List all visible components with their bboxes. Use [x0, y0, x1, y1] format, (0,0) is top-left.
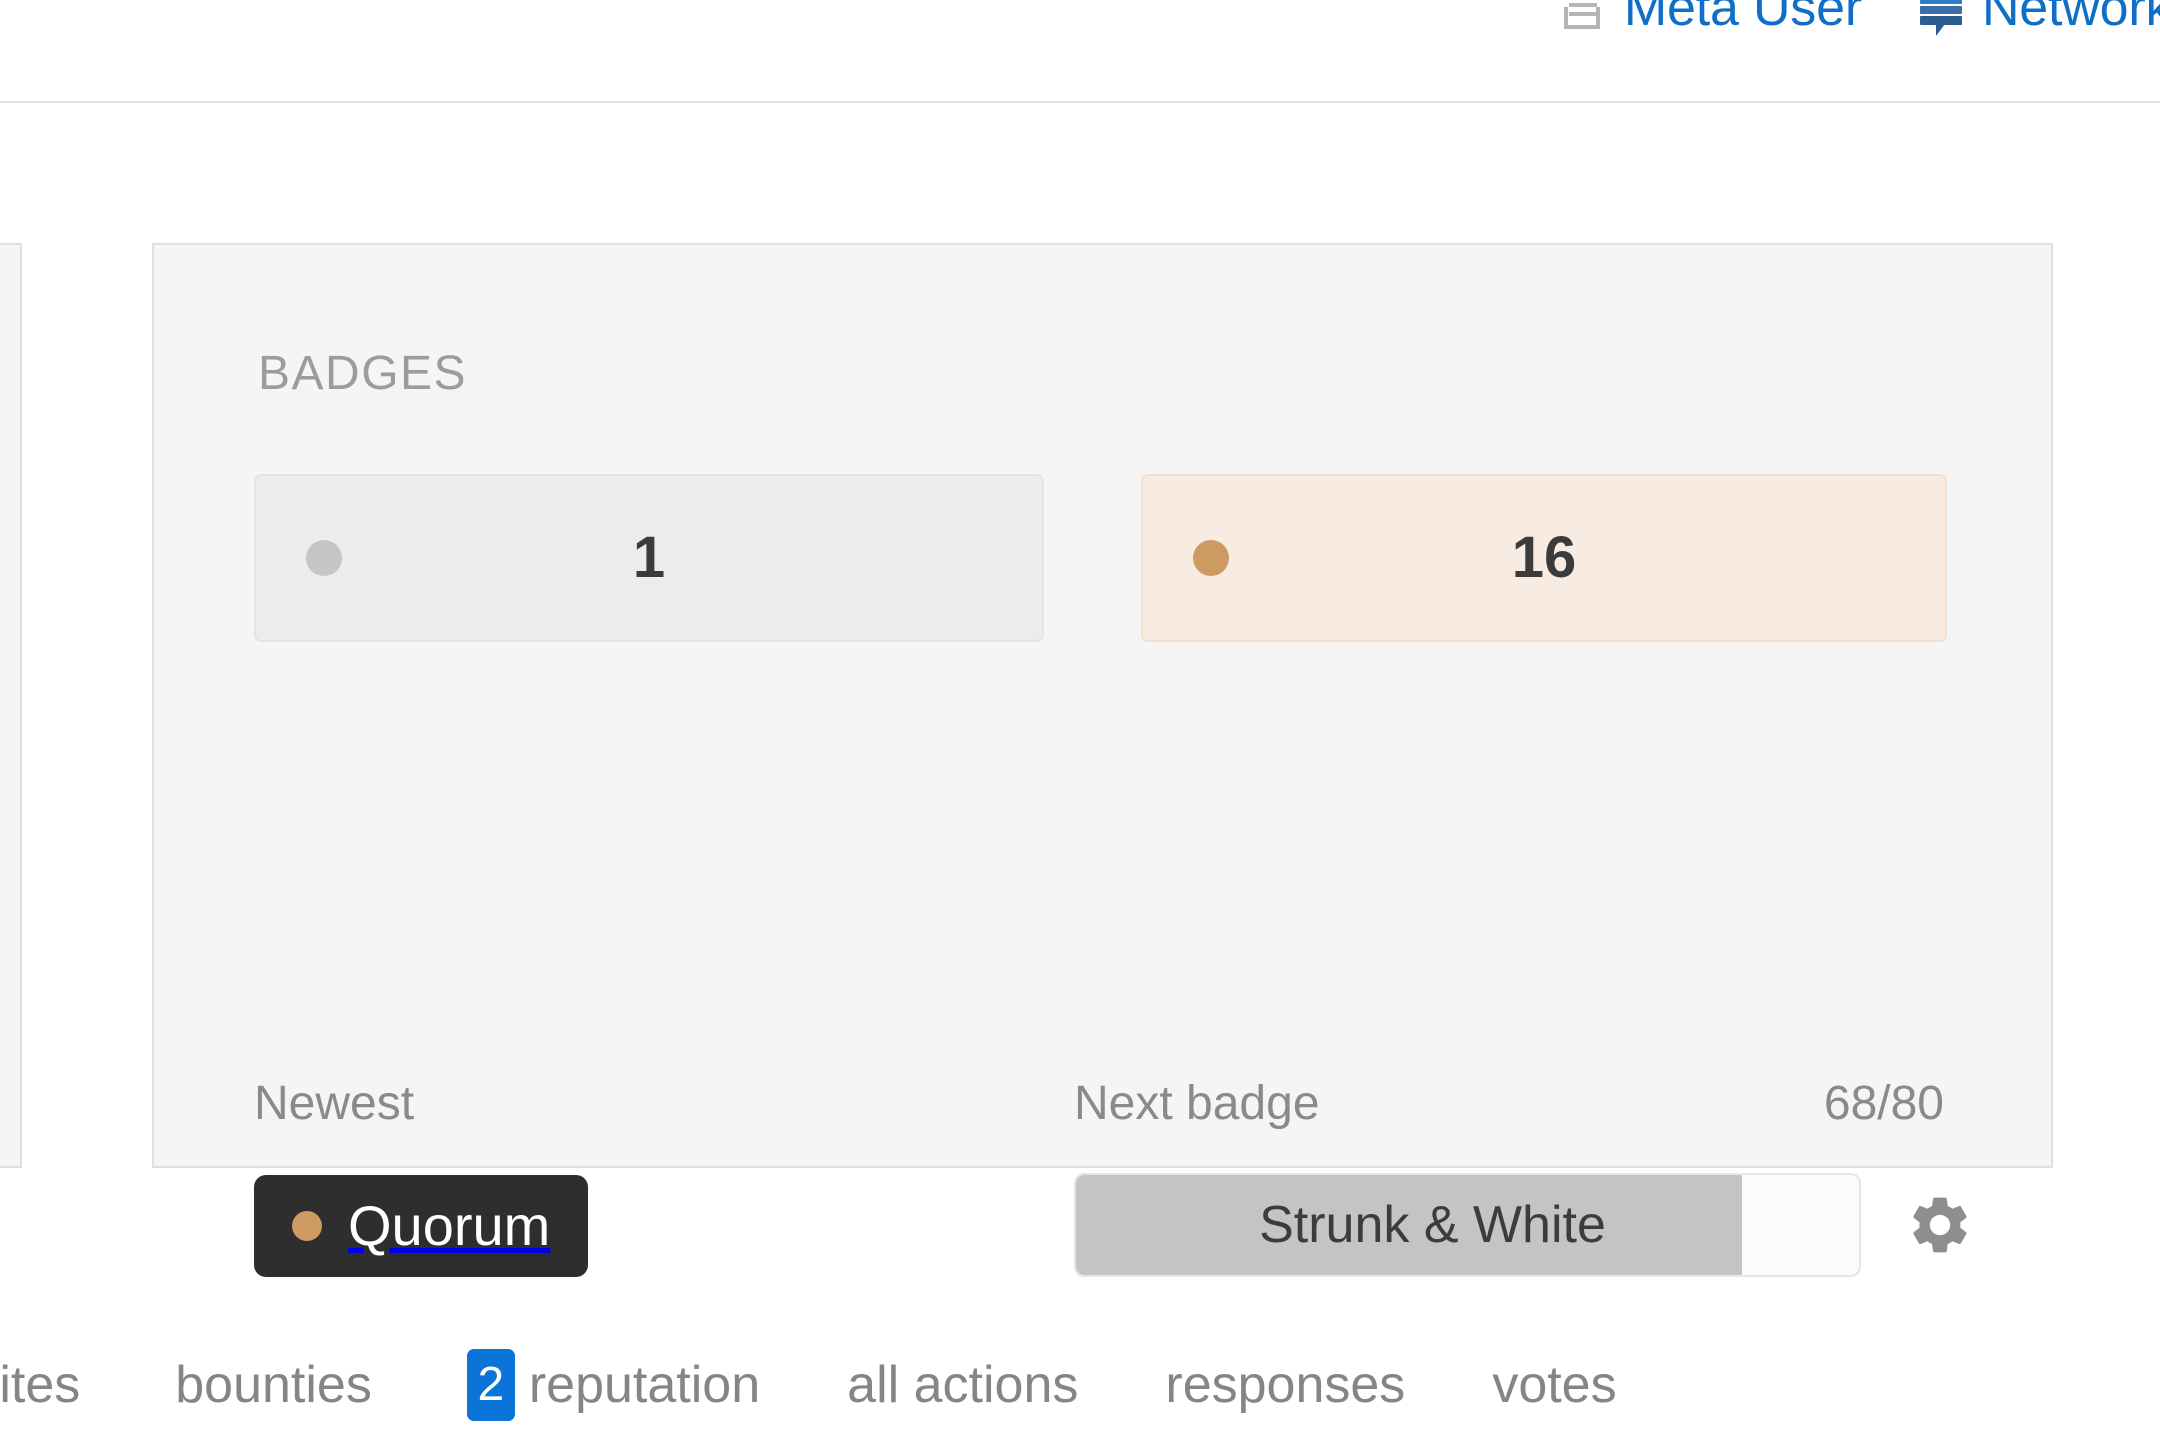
newest-badge-name: Quorum [348, 1194, 551, 1257]
bronze-badge-dot-icon [292, 1211, 322, 1241]
top-header-bar: Meta User Network P [0, 0, 2160, 103]
header-link-label: Network P [1981, 0, 2160, 37]
newest-label: Newest [254, 1077, 415, 1130]
nav-tab-label: rites [0, 1356, 81, 1414]
nav-tab-count-badge: 2 [466, 1349, 515, 1421]
silver-badge-count: 1 [632, 525, 666, 590]
nav-tab-label: responses [1165, 1356, 1406, 1414]
meta-user-icon [1558, 0, 1608, 33]
nav-tab-label: reputation [528, 1356, 761, 1414]
network-profile-icon [1916, 0, 1966, 36]
bronze-badge-dot-icon [1193, 540, 1229, 576]
nav-tab-bounties[interactable]: bounties [175, 1359, 372, 1411]
silver-badge-dot-icon [306, 540, 342, 576]
bottom-nav-tabs: rites bounties 2 reputation all actions … [0, 1330, 2160, 1440]
nav-tab-favorites[interactable]: rites [0, 1359, 80, 1411]
nav-tab-label: all actions [847, 1356, 1079, 1414]
next-badge-name: Strunk & White [1259, 1196, 1606, 1254]
badges-card: BADGES 1 16 Newest Next badge 68/80 Quor… [152, 243, 2053, 1277]
nav-tab-reputation[interactable]: 2 reputation [466, 1349, 761, 1421]
adjacent-card-partial [0, 243, 22, 1168]
badge-count-silver[interactable]: 1 [254, 474, 1044, 642]
gear-icon[interactable] [1906, 1191, 1974, 1259]
next-badge-label: Next badge [1074, 1077, 1320, 1130]
badges-heading: BADGES [258, 347, 468, 400]
header-link-network-profile[interactable]: Network P [1916, 0, 2160, 37]
badge-count-bronze[interactable]: 16 [1141, 474, 1947, 642]
header-nav-links: Meta User Network P [1558, 0, 2160, 37]
next-badge-progress-bar[interactable]: Strunk & White [1074, 1173, 1861, 1277]
nav-tab-votes[interactable]: votes [1492, 1359, 1616, 1411]
newest-badge-pill[interactable]: Quorum [254, 1175, 589, 1277]
bronze-badge-count: 16 [1511, 525, 1577, 590]
nav-tab-label: votes [1492, 1356, 1617, 1414]
next-badge-progress-counter: 68/80 [1823, 1077, 1944, 1130]
header-link-meta-user[interactable]: Meta User [1558, 0, 1862, 34]
header-link-label: Meta User [1623, 0, 1862, 37]
nav-tab-label: bounties [175, 1356, 372, 1414]
nav-tab-responses[interactable]: responses [1165, 1359, 1405, 1411]
nav-tab-all-actions[interactable]: all actions [847, 1359, 1078, 1411]
